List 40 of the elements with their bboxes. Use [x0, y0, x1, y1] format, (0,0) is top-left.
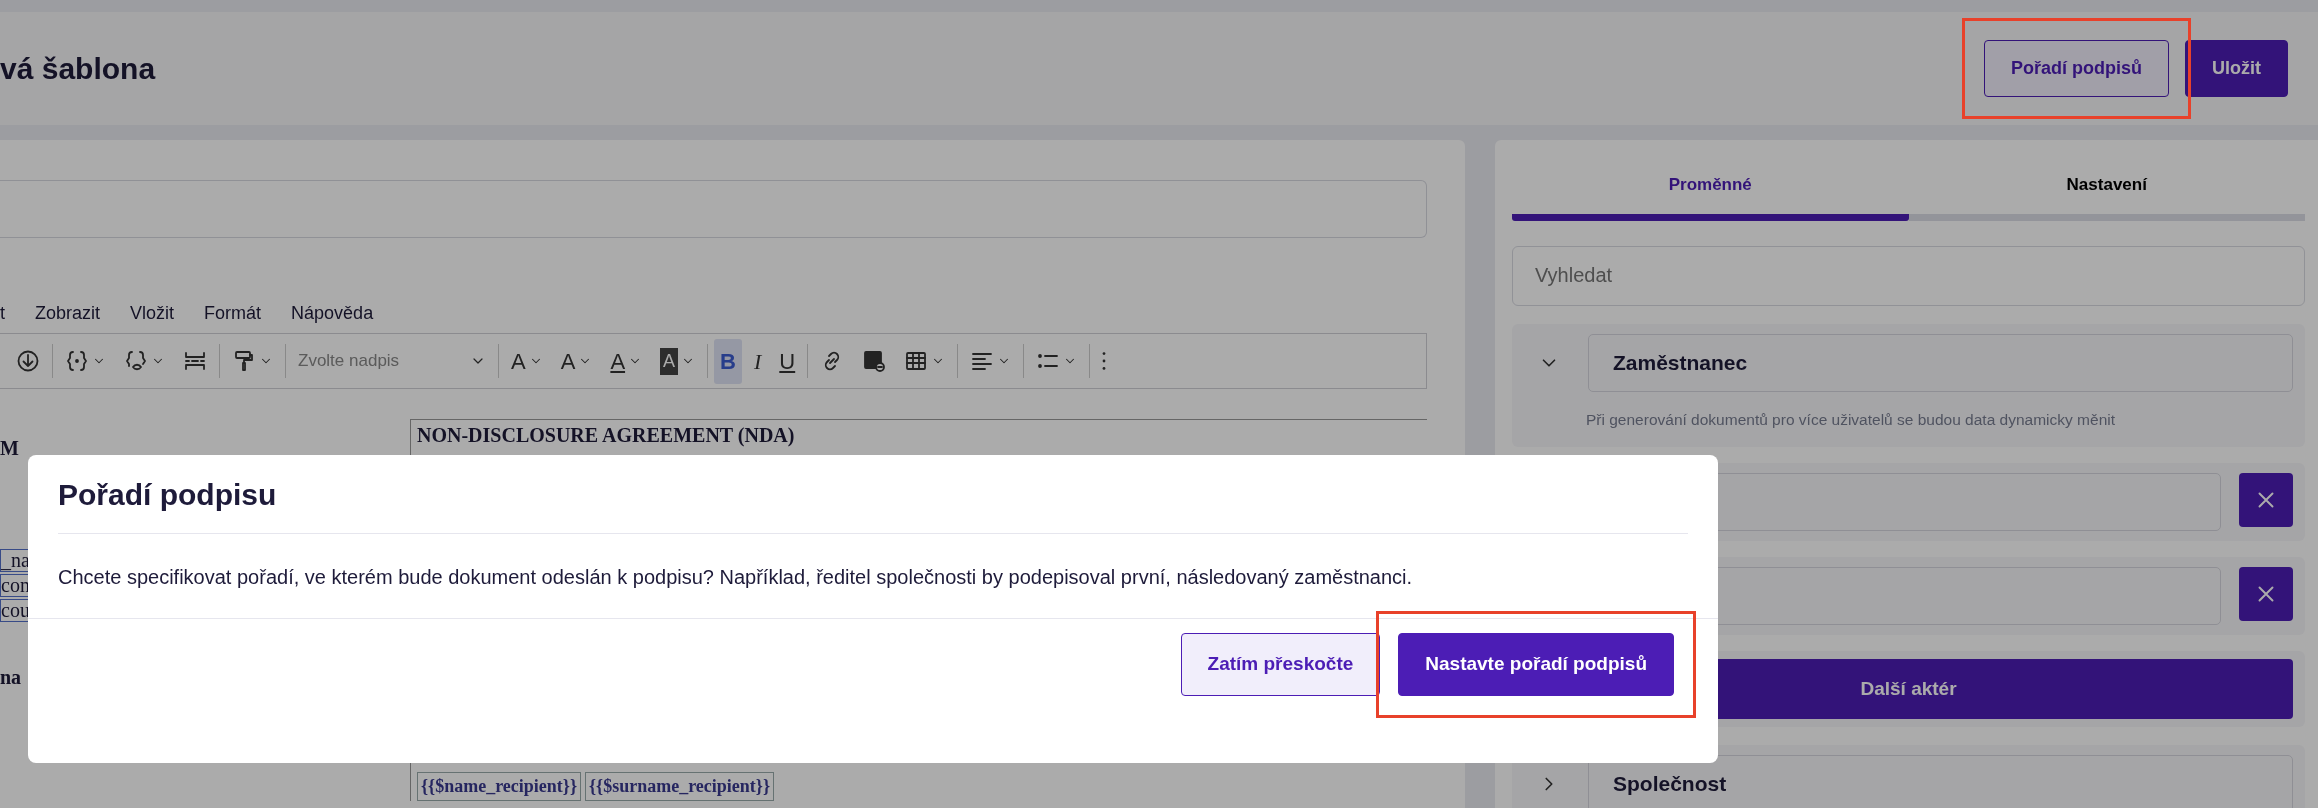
- document-text: M: [0, 436, 19, 461]
- panel-tab[interactable]: Proměnné: [1512, 160, 1909, 221]
- textstyle-button[interactable]: A: [554, 338, 599, 384]
- outline-button[interactable]: Zatím přeskočte: [1180, 633, 1381, 696]
- menu-item[interactable]: t: [0, 299, 5, 327]
- image-icon: [862, 349, 887, 373]
- variable-field: {{$name_recipient}}: [417, 772, 581, 801]
- name-field[interactable]: [0, 180, 1427, 238]
- hint-text: Při generování dokumentů pro více uživatelů se budou data dynamicky měnit: [1586, 409, 2117, 430]
- download-icon: [16, 349, 40, 373]
- group-name-field[interactable]: Zaměstnanec: [1588, 333, 2293, 392]
- modal-message: Chcete specifikovat pořadí, ve kterém bude dokument odeslán k podpisu? Například, ředitel společnosti by podepisoval první, následovaný zaměstnanci.: [58, 565, 1414, 590]
- variable-field: {{$surname_recipient}}: [585, 772, 775, 801]
- fontsize-button[interactable]: A: [505, 338, 549, 384]
- paint-roller-icon: [232, 349, 256, 373]
- modal-title: Pořadí podpisu: [58, 455, 1688, 534]
- page-break-icon: [183, 349, 207, 373]
- group-name-field[interactable]: Společnost: [1588, 754, 2293, 808]
- document-text: na: [0, 665, 22, 690]
- panel-tab[interactable]: Nastavení: [1908, 160, 2305, 221]
- more-icon: [1102, 352, 1107, 370]
- menu-item[interactable]: Nápověda: [291, 299, 374, 327]
- document-heading: NON-DISCLOSURE AGREEMENT (NDA): [417, 423, 796, 449]
- italic-button[interactable]: I: [747, 338, 768, 384]
- primary-button[interactable]: Uložit: [2185, 40, 2288, 97]
- menu-item[interactable]: Vložit: [130, 299, 175, 327]
- remove-button[interactable]: [2239, 566, 2293, 621]
- outline-button[interactable]: Pořadí podpisů: [1984, 40, 2169, 97]
- search-field[interactable]: Vyhledat: [1512, 245, 2305, 306]
- braces-eye-icon: [124, 349, 148, 373]
- braces-icon: [65, 349, 89, 373]
- menu-item[interactable]: Zobrazit: [35, 299, 101, 327]
- highlight-button[interactable]: A: [654, 341, 702, 381]
- page-title: vá šablona: [0, 50, 156, 87]
- underline-button[interactable]: U: [773, 338, 802, 384]
- menu-item[interactable]: Formát: [204, 299, 262, 327]
- table-icon: [904, 349, 929, 373]
- remove-button[interactable]: [2239, 472, 2293, 527]
- fontcolor-button[interactable]: A: [604, 338, 649, 384]
- primary-button[interactable]: Nastavte pořadí podpisů: [1398, 633, 1674, 696]
